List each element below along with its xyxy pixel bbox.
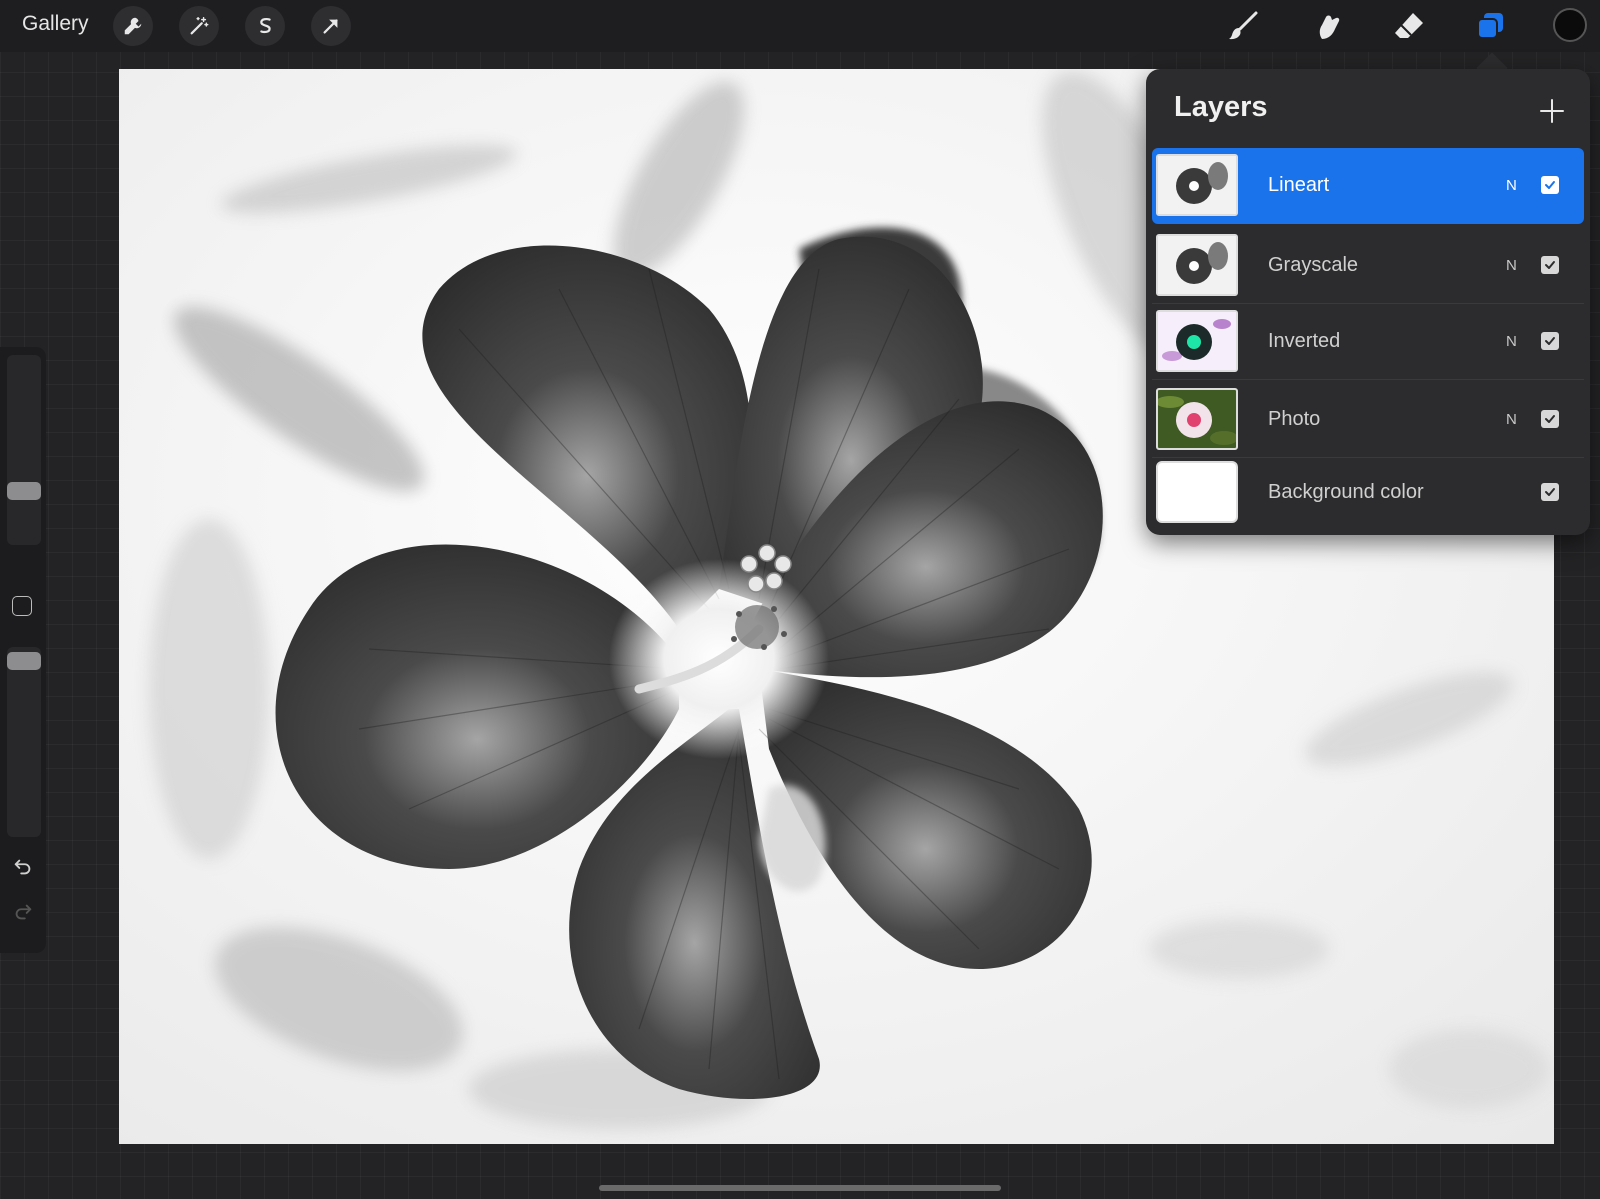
eraser-icon[interactable] [1389, 6, 1429, 46]
wrench-icon[interactable] [113, 6, 153, 46]
opacity-thumb[interactable] [7, 652, 41, 670]
visibility-checkbox[interactable] [1541, 332, 1559, 350]
layer-thumbnail [1156, 154, 1238, 216]
visibility-checkbox[interactable] [1541, 483, 1559, 501]
brush-size-thumb[interactable] [7, 482, 41, 501]
layer-thumbnail [1156, 461, 1238, 523]
layer-row-background-color[interactable]: Background color [1152, 455, 1584, 531]
modify-square-icon[interactable] [12, 596, 32, 616]
layer-thumbnail [1156, 310, 1238, 372]
layer-thumbnail [1156, 234, 1238, 296]
brush-icon[interactable] [1223, 6, 1263, 46]
layer-name: Lineart [1268, 174, 1330, 196]
transform-arrow-icon[interactable] [311, 6, 351, 46]
layers-panel: Layers Lineart N Grayscale N Inverted N [1146, 69, 1590, 535]
redo-icon[interactable] [11, 900, 35, 924]
layer-row-photo[interactable]: Photo N [1152, 382, 1584, 458]
layer-name: Inverted [1268, 330, 1341, 352]
opacity-slider[interactable] [7, 647, 41, 837]
brush-size-slider[interactable] [7, 355, 41, 545]
layer-name: Background color [1268, 481, 1424, 503]
blend-mode-button[interactable]: N [1506, 177, 1517, 194]
gallery-button[interactable]: Gallery [22, 12, 89, 36]
visibility-checkbox[interactable] [1541, 176, 1559, 194]
blend-mode-button[interactable]: N [1506, 333, 1517, 350]
home-indicator [599, 1185, 1001, 1191]
blend-mode-button[interactable]: N [1506, 411, 1517, 428]
left-sidebar [0, 347, 46, 953]
layers-title: Layers [1174, 91, 1268, 123]
layer-thumbnail [1156, 388, 1238, 450]
plus-icon[interactable] [1538, 97, 1566, 125]
layer-row-inverted[interactable]: Inverted N [1152, 304, 1584, 380]
magic-wand-icon[interactable] [179, 6, 219, 46]
layer-name: Grayscale [1268, 254, 1359, 276]
layer-name: Photo [1268, 408, 1321, 430]
selection-s-icon[interactable] [245, 6, 285, 46]
color-picker-swatch[interactable] [1553, 8, 1587, 42]
visibility-checkbox[interactable] [1541, 410, 1559, 428]
top-toolbar: Gallery [0, 0, 1600, 52]
layer-row-grayscale[interactable]: Grayscale N [1152, 228, 1584, 304]
layer-row-lineart[interactable]: Lineart N [1152, 148, 1584, 224]
smudge-icon[interactable] [1307, 6, 1347, 46]
layers-icon[interactable] [1471, 6, 1511, 46]
visibility-checkbox[interactable] [1541, 256, 1559, 274]
divider [1152, 379, 1584, 380]
undo-icon[interactable] [11, 855, 35, 879]
blend-mode-button[interactable]: N [1506, 257, 1517, 274]
